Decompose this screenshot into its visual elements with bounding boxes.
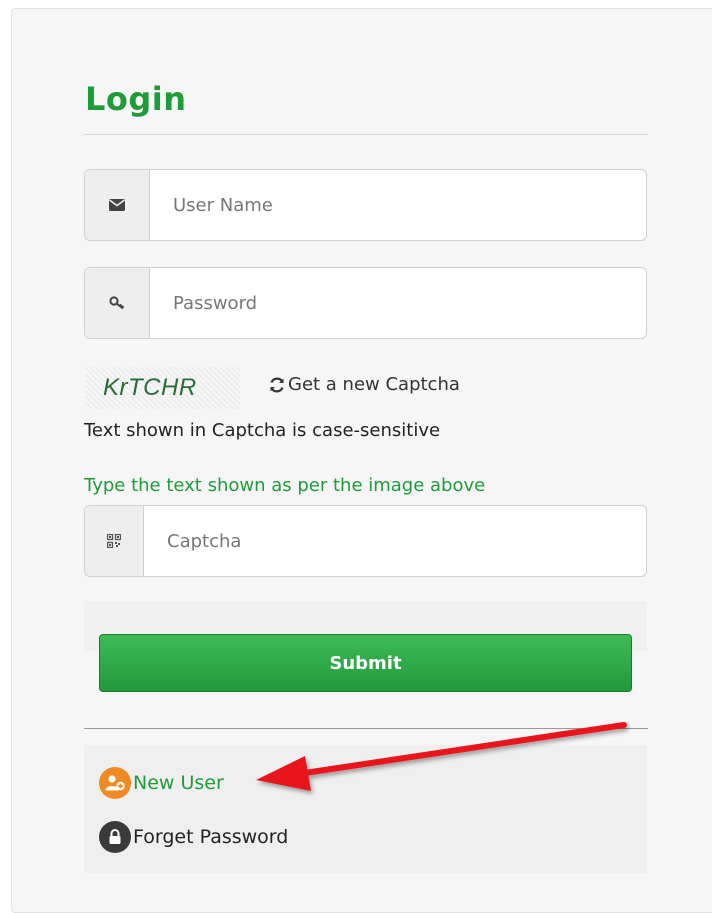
title-divider [84, 134, 648, 135]
captcha-image: KrTCHR [85, 367, 240, 409]
lock-icon [99, 821, 131, 853]
password-input[interactable] [149, 268, 646, 338]
submit-button[interactable]: Submit [99, 634, 632, 692]
username-group [84, 169, 647, 241]
refresh-captcha-label: Get a new Captcha [288, 374, 460, 395]
key-icon [85, 268, 150, 338]
captcha-input[interactable] [143, 506, 646, 576]
add-user-icon [99, 767, 131, 799]
forget-password-link[interactable]: Forget Password [99, 821, 288, 853]
envelope-icon [85, 170, 150, 240]
captcha-group [84, 505, 647, 577]
qr-code-icon [85, 506, 144, 576]
captcha-text: KrTCHR [103, 374, 197, 401]
page-title: Login [85, 80, 187, 118]
footer-divider [84, 728, 648, 729]
captcha-hint: Type the text shown as per the image abo… [84, 475, 486, 496]
case-sensitive-note: Text shown in Captcha is case-sensitive [84, 420, 441, 441]
links-area [84, 745, 647, 873]
new-user-link[interactable]: New User [99, 767, 224, 799]
refresh-captcha-link[interactable]: Get a new Captcha [268, 374, 460, 395]
username-input[interactable] [149, 170, 646, 240]
refresh-icon [270, 377, 284, 392]
forget-password-label: Forget Password [133, 826, 289, 848]
new-user-label: New User [133, 772, 224, 794]
password-group [84, 267, 647, 339]
